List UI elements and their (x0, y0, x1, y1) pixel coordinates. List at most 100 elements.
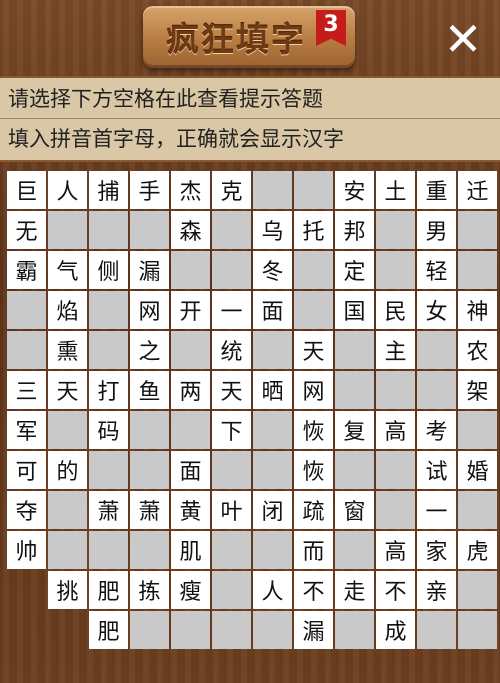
empty-cell[interactable] (7, 291, 46, 329)
filled-cell[interactable]: 一 (417, 491, 456, 529)
filled-cell[interactable]: 肥 (89, 611, 128, 649)
filled-cell[interactable]: 天 (212, 371, 251, 409)
filled-cell[interactable]: 高 (376, 411, 415, 449)
empty-cell[interactable] (417, 371, 456, 409)
empty-cell[interactable] (335, 371, 374, 409)
filled-cell[interactable]: 捕 (89, 171, 128, 209)
empty-cell[interactable] (253, 611, 292, 649)
filled-cell[interactable]: 网 (294, 371, 333, 409)
filled-cell[interactable]: 黄 (171, 491, 210, 529)
filled-cell[interactable]: 人 (48, 171, 87, 209)
filled-cell[interactable]: 巨 (7, 171, 46, 209)
filled-cell[interactable]: 定 (335, 251, 374, 289)
empty-cell[interactable] (253, 171, 292, 209)
filled-cell[interactable]: 闭 (253, 491, 292, 529)
filled-cell[interactable]: 帅 (7, 531, 46, 569)
empty-cell[interactable] (458, 251, 497, 289)
empty-cell[interactable] (130, 451, 169, 489)
empty-cell[interactable] (212, 531, 251, 569)
filled-cell[interactable]: 瘦 (171, 571, 210, 609)
empty-cell[interactable] (294, 291, 333, 329)
filled-cell[interactable]: 可 (7, 451, 46, 489)
filled-cell[interactable]: 邦 (335, 211, 374, 249)
filled-cell[interactable]: 婚 (458, 451, 497, 489)
filled-cell[interactable]: 男 (417, 211, 456, 249)
filled-cell[interactable]: 下 (212, 411, 251, 449)
empty-cell[interactable] (458, 491, 497, 529)
filled-cell[interactable]: 亲 (417, 571, 456, 609)
empty-cell[interactable] (335, 451, 374, 489)
filled-cell[interactable]: 人 (253, 571, 292, 609)
filled-cell[interactable]: 恢 (294, 411, 333, 449)
filled-cell[interactable]: 霸 (7, 251, 46, 289)
filled-cell[interactable]: 之 (130, 331, 169, 369)
filled-cell[interactable]: 两 (171, 371, 210, 409)
filled-cell[interactable]: 轻 (417, 251, 456, 289)
empty-cell[interactable] (212, 611, 251, 649)
empty-cell[interactable] (376, 211, 415, 249)
empty-cell[interactable] (253, 531, 292, 569)
filled-cell[interactable]: 夺 (7, 491, 46, 529)
empty-cell[interactable] (89, 331, 128, 369)
filled-cell[interactable]: 重 (417, 171, 456, 209)
empty-cell[interactable] (376, 451, 415, 489)
empty-cell[interactable] (417, 331, 456, 369)
empty-cell[interactable] (458, 211, 497, 249)
filled-cell[interactable]: 托 (294, 211, 333, 249)
empty-cell[interactable] (48, 411, 87, 449)
filled-cell[interactable]: 民 (376, 291, 415, 329)
empty-cell[interactable] (89, 291, 128, 329)
empty-cell[interactable] (89, 211, 128, 249)
empty-cell[interactable] (48, 531, 87, 569)
empty-cell[interactable] (89, 451, 128, 489)
empty-cell[interactable] (417, 611, 456, 649)
filled-cell[interactable]: 乌 (253, 211, 292, 249)
filled-cell[interactable]: 叶 (212, 491, 251, 529)
filled-cell[interactable]: 拣 (130, 571, 169, 609)
close-button[interactable]: ✕ (440, 16, 486, 62)
filled-cell[interactable]: 冬 (253, 251, 292, 289)
filled-cell[interactable]: 森 (171, 211, 210, 249)
empty-cell[interactable] (294, 171, 333, 209)
filled-cell[interactable]: 一 (212, 291, 251, 329)
empty-cell[interactable] (89, 531, 128, 569)
empty-cell[interactable] (335, 331, 374, 369)
filled-cell[interactable]: 熏 (48, 331, 87, 369)
filled-cell[interactable]: 焰 (48, 291, 87, 329)
filled-cell[interactable]: 而 (294, 531, 333, 569)
empty-cell[interactable] (130, 531, 169, 569)
empty-cell[interactable] (253, 411, 292, 449)
filled-cell[interactable]: 军 (7, 411, 46, 449)
empty-cell[interactable] (171, 411, 210, 449)
empty-cell[interactable] (48, 211, 87, 249)
filled-cell[interactable]: 不 (294, 571, 333, 609)
filled-cell[interactable]: 开 (171, 291, 210, 329)
filled-cell[interactable]: 杰 (171, 171, 210, 209)
filled-cell[interactable]: 网 (130, 291, 169, 329)
filled-cell[interactable]: 土 (376, 171, 415, 209)
filled-cell[interactable]: 面 (171, 451, 210, 489)
filled-cell[interactable]: 疏 (294, 491, 333, 529)
empty-cell[interactable] (376, 491, 415, 529)
filled-cell[interactable]: 挑 (48, 571, 87, 609)
filled-cell[interactable]: 漏 (130, 251, 169, 289)
filled-cell[interactable]: 面 (253, 291, 292, 329)
filled-cell[interactable]: 走 (335, 571, 374, 609)
filled-cell[interactable]: 女 (417, 291, 456, 329)
empty-cell[interactable] (376, 371, 415, 409)
filled-cell[interactable]: 国 (335, 291, 374, 329)
filled-cell[interactable]: 肥 (89, 571, 128, 609)
filled-cell[interactable]: 的 (48, 451, 87, 489)
empty-cell[interactable] (253, 331, 292, 369)
empty-cell[interactable] (171, 611, 210, 649)
filled-cell[interactable]: 无 (7, 211, 46, 249)
filled-cell[interactable]: 打 (89, 371, 128, 409)
empty-cell[interactable] (376, 251, 415, 289)
empty-cell[interactable] (171, 331, 210, 369)
filled-cell[interactable]: 架 (458, 371, 497, 409)
empty-cell[interactable] (335, 531, 374, 569)
filled-cell[interactable]: 复 (335, 411, 374, 449)
empty-cell[interactable] (335, 611, 374, 649)
empty-cell[interactable] (253, 451, 292, 489)
filled-cell[interactable]: 天 (48, 371, 87, 409)
